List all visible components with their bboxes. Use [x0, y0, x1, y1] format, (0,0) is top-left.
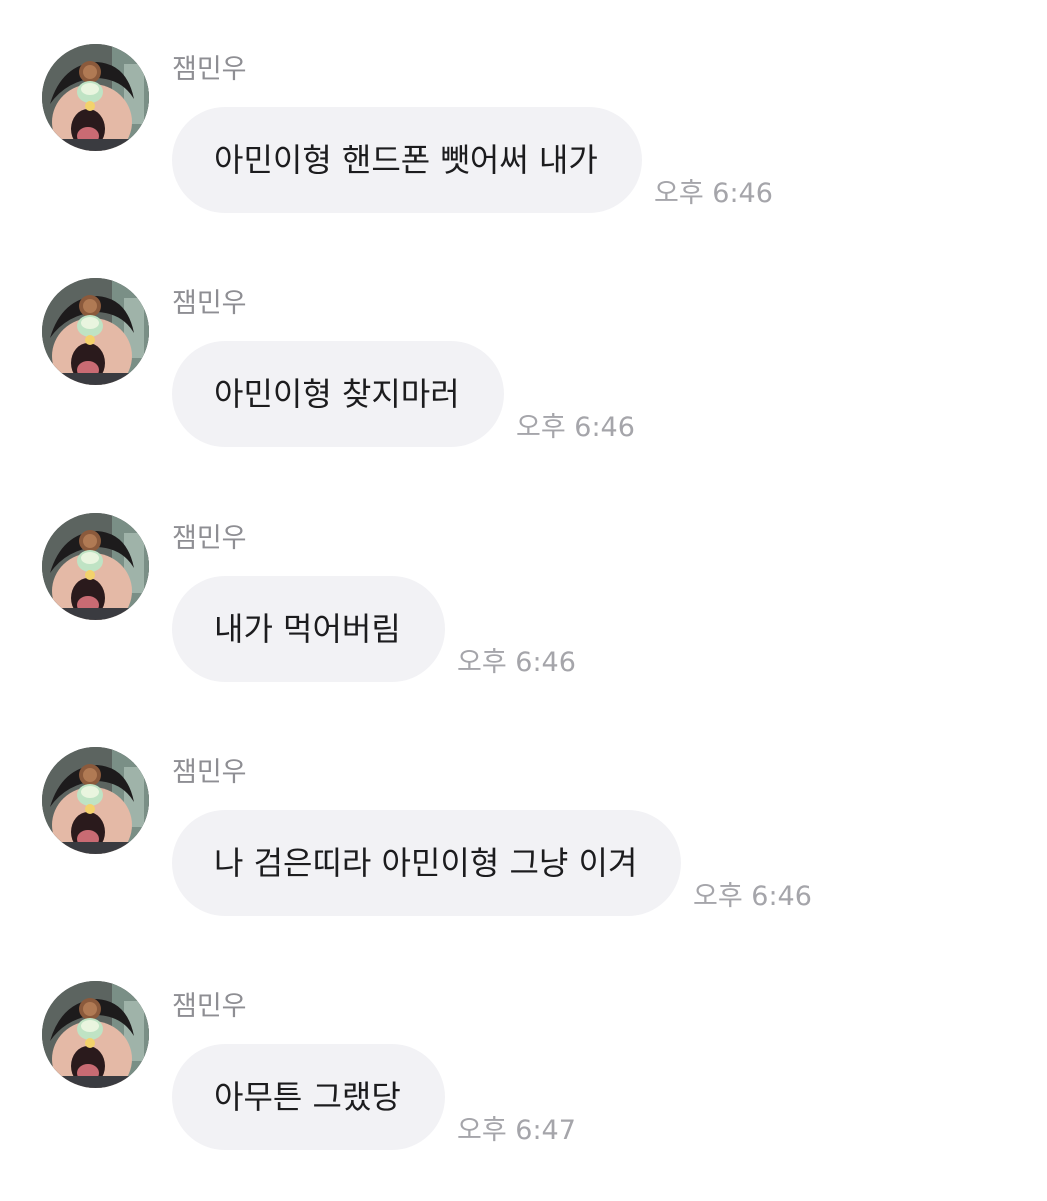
profile-photo-icon — [42, 513, 149, 620]
message-bubble[interactable]: 나 검은띠라 아민이형 그냥 이겨 — [172, 810, 682, 916]
sender-name: 잼민우 — [172, 523, 247, 554]
message-row: 잼민우 아민이형 핸드폰 뺏어써 내가 오후 6:46 — [0, 44, 1047, 264]
avatar[interactable] — [42, 44, 149, 151]
message-row: 잼민우 내가 먹어버림 오후 6:46 — [0, 513, 1047, 733]
sender-name: 잼민우 — [172, 991, 247, 1022]
message-timestamp: 오후 6:46 — [457, 647, 576, 678]
sender-name: 잼민우 — [172, 757, 247, 788]
message-row: 잼민우 나 검은띠라 아민이형 그냥 이겨 오후 6:46 — [0, 747, 1047, 967]
message-timestamp: 오후 6:46 — [654, 178, 773, 209]
message-bubble[interactable]: 아민이형 찾지마러 — [172, 341, 504, 447]
avatar[interactable] — [42, 747, 149, 854]
message-bubble[interactable]: 아민이형 핸드폰 뺏어써 내가 — [172, 107, 642, 213]
message-timestamp: 오후 6:46 — [693, 881, 812, 912]
sender-name: 잼민우 — [172, 288, 247, 319]
message-row: 잼민우 아무튼 그랬당 오후 6:47 — [0, 981, 1047, 1201]
message-bubble[interactable]: 아무튼 그랬당 — [172, 1044, 445, 1150]
message-bubble[interactable]: 내가 먹어버림 — [172, 576, 445, 682]
sender-name: 잼민우 — [172, 54, 247, 85]
profile-photo-icon — [42, 747, 149, 854]
message-row: 잼민우 아민이형 찾지마러 오후 6:46 — [0, 278, 1047, 498]
message-timestamp: 오후 6:46 — [516, 412, 635, 443]
profile-photo-icon — [42, 981, 149, 1088]
profile-photo-icon — [42, 278, 149, 385]
avatar[interactable] — [42, 981, 149, 1088]
message-timestamp: 오후 6:47 — [457, 1115, 576, 1146]
profile-photo-icon — [42, 44, 149, 151]
avatar[interactable] — [42, 278, 149, 385]
avatar[interactable] — [42, 513, 149, 620]
